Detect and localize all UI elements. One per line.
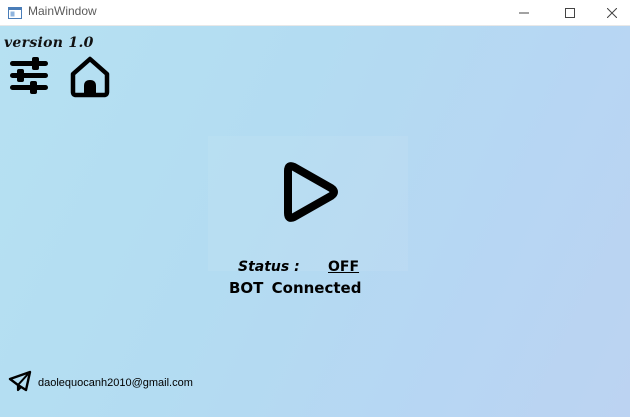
bot-connection-status: BOT Connected [229,279,362,297]
minimize-icon [519,12,529,14]
play-button[interactable] [280,157,342,227]
telegram-icon[interactable] [8,370,32,392]
window-title: MainWindow [28,4,97,18]
version-label: version 1.0 [4,35,94,51]
status-label: Status : [238,259,300,275]
home-icon [70,56,110,98]
contact-email[interactable]: daolequocanh2010@gmail.com [38,377,193,389]
play-icon [284,162,338,222]
settings-button[interactable] [8,56,52,96]
sliders-icon [10,57,48,94]
title-bar: MainWindow [0,0,630,26]
home-button[interactable] [68,54,112,98]
app-window-icon [8,5,22,19]
maximize-button[interactable] [547,0,593,26]
main-window-content: version 1.0 Status : OFF BOT Connected d… [0,26,630,417]
maximize-icon [565,8,575,18]
minimize-button[interactable] [501,0,547,26]
status-value: OFF [328,259,360,275]
close-icon [606,8,617,18]
close-button[interactable] [593,0,630,26]
